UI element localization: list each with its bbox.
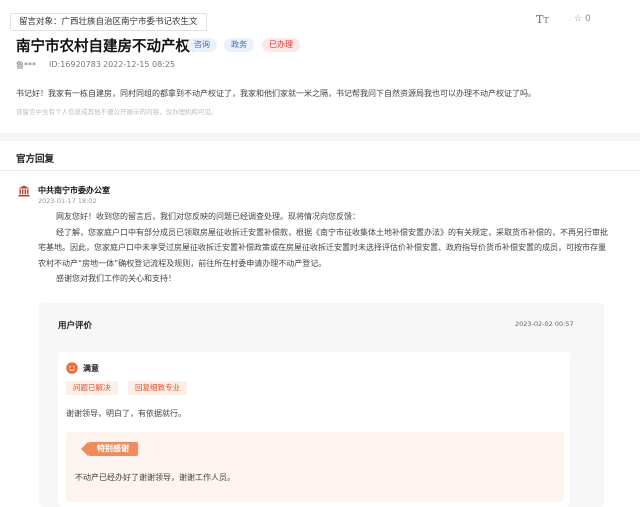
- status-badge: 已办理: [262, 38, 300, 52]
- evaluation-time: 2023-02-02 00:57: [515, 320, 574, 328]
- reply-paragraph: 网友您好！收到您的留言后，我们对您反映的问题已经调查处理。现将情况向您反馈：: [56, 212, 360, 221]
- privacy-notice: 该留言中含有个人信息或其他不便公开展示的内容，仅办理机构可见。: [16, 108, 218, 116]
- evaluation-title: 用户评价: [58, 321, 93, 331]
- message-target: 留言对象：广西壮族自治区南宁市委书记农生文: [10, 13, 207, 31]
- user-comment: 谢谢领导，明白了，有依据就行。: [66, 409, 186, 418]
- reply-time: 2023-01-17 18:02: [38, 197, 97, 205]
- favorite-button[interactable]: ☆ 0: [574, 14, 591, 24]
- evaluation-tag: 问题已解决: [66, 381, 118, 395]
- category-badge: 政务: [224, 38, 254, 52]
- favorite-count: 0: [584, 14, 591, 24]
- message-id: ID:16920783: [49, 60, 101, 69]
- reply-body: 网友您好！收到您的留言后，我们对您反映的问题已经调查处理。现将情况向您反馈： 经…: [38, 209, 608, 287]
- thanks-panel: [66, 432, 564, 502]
- message-content: 书记好！我家有一栋自建房，同村同组的都拿到不动产权证了，我家和他们家就一米之隔，…: [16, 89, 536, 98]
- message-title: 南宁市农村自建房不动产权证: [16, 39, 205, 55]
- thanks-badge: 特别感谢: [81, 442, 138, 456]
- reply-section-title: 官方回复: [16, 154, 55, 165]
- font-size-icon[interactable]: TT: [536, 13, 549, 26]
- rating-label: 满意: [83, 364, 99, 373]
- star-icon: ☆: [574, 14, 583, 24]
- thanks-text: 不动产已经办好了谢谢领导，谢谢工作人员。: [75, 473, 235, 482]
- reply-org-name: 中共南宁市委办公室: [38, 186, 110, 195]
- type-badge: 咨询: [187, 38, 217, 52]
- evaluation-tag: 回复细致专业: [128, 381, 187, 395]
- reply-paragraph: 感谢您对我们工作的关心和支持！: [56, 274, 176, 283]
- smile-icon: [66, 362, 78, 374]
- reply-paragraph: 经了解，您家庭户口中有部分成员已领取房屋征收拆迁安置补偿款，根据《南宁市征收集体…: [38, 227, 608, 268]
- message-date: 2022-12-15 08:25: [103, 60, 176, 69]
- author-name: 鲁***: [16, 61, 36, 70]
- divider: [0, 170, 640, 171]
- government-building-icon: [18, 185, 30, 197]
